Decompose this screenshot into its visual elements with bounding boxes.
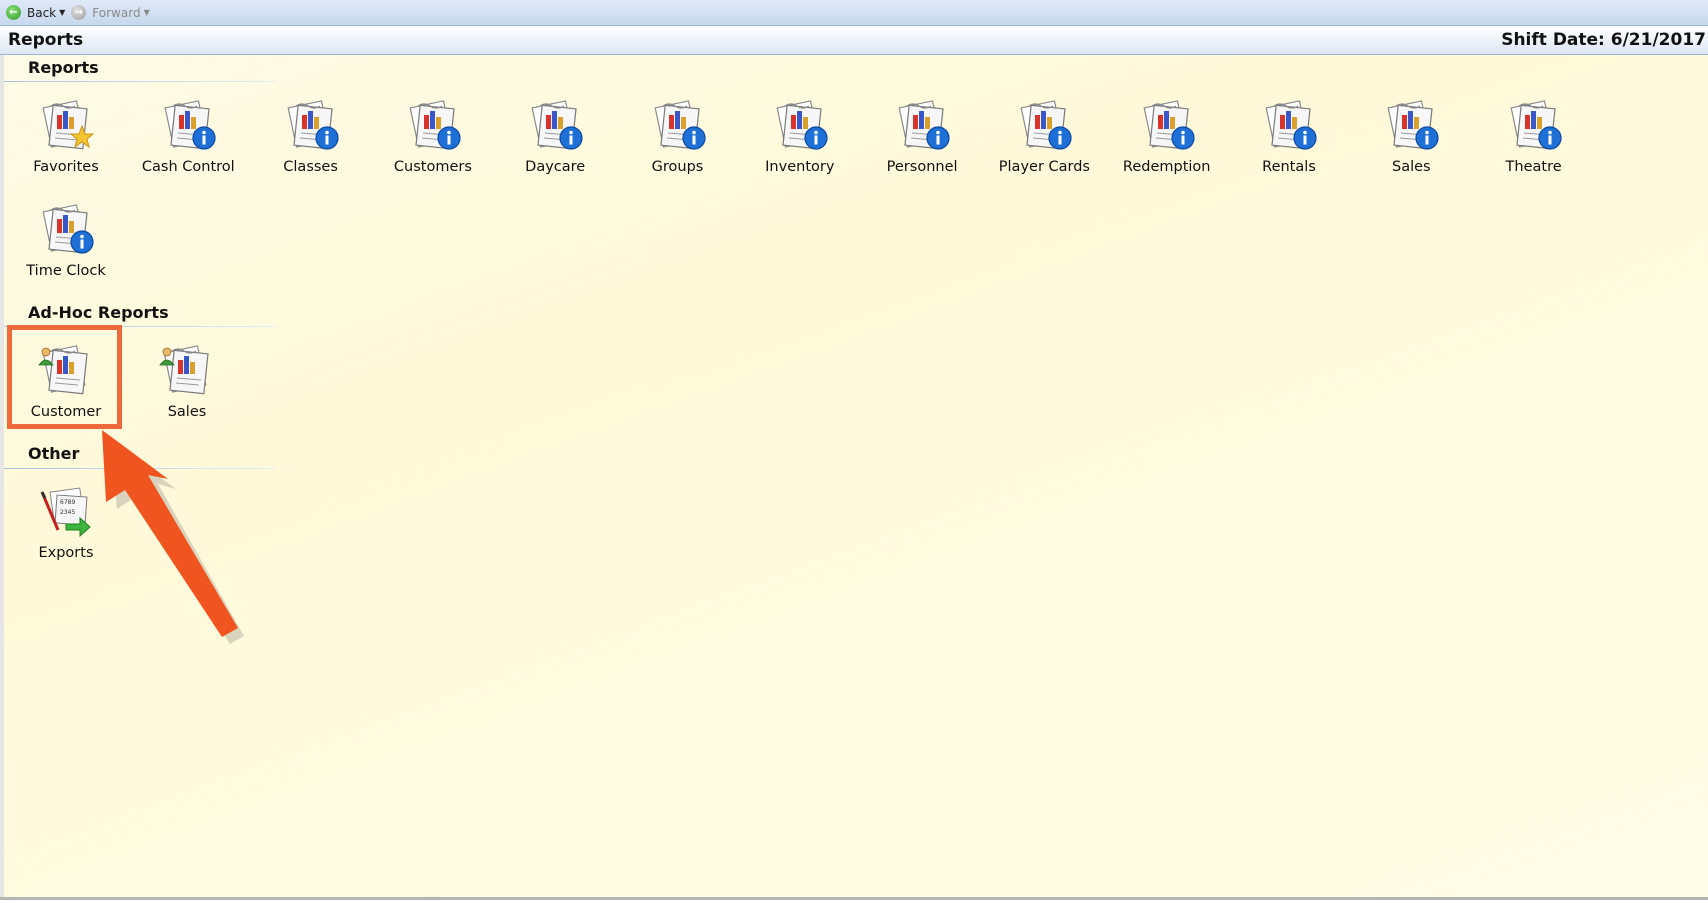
report-tile-adhoc-sales[interactable]: Sales <box>128 343 246 433</box>
report-tile-redemption[interactable]: Redemption <box>1108 98 1226 188</box>
report-tile-exports[interactable]: 6789 2345 Exports <box>7 484 125 574</box>
report-info-icon <box>283 98 339 156</box>
forward-label: Forward <box>92 5 141 20</box>
report-info-icon <box>650 98 706 156</box>
report-person-icon <box>159 343 215 401</box>
report-tile-customers[interactable]: Customers <box>374 98 492 188</box>
report-tile-sales[interactable]: Sales <box>1352 98 1470 188</box>
tile-label: Sales <box>1392 159 1431 175</box>
report-info-icon <box>1261 98 1317 156</box>
bottom-border <box>0 897 1708 900</box>
tile-label: Classes <box>283 159 338 175</box>
tile-label: Customers <box>393 159 472 175</box>
tile-label: Exports <box>38 545 94 561</box>
tile-label: Customer <box>30 404 102 420</box>
tile-label: Daycare <box>525 159 586 175</box>
report-tile-time-clock[interactable]: Time Clock <box>7 202 125 292</box>
section-header-reports: Reports <box>28 58 99 77</box>
chevron-down-icon[interactable]: ▼ <box>144 8 150 17</box>
report-info-icon <box>405 98 461 156</box>
report-tile-daycare[interactable]: Daycare <box>496 98 614 188</box>
tile-label: Groups <box>651 159 704 175</box>
section-header-other: Other <box>28 444 80 463</box>
chevron-down-icon[interactable]: ▼ <box>59 8 65 17</box>
report-tile-player-cards[interactable]: Player Cards <box>985 98 1103 188</box>
section-divider <box>4 468 276 469</box>
report-info-icon <box>1016 98 1072 156</box>
report-tile-classes[interactable]: Classes <box>252 98 370 188</box>
tile-label: Cash Control <box>141 159 235 175</box>
section-divider <box>4 81 276 82</box>
tile-label: Sales <box>167 404 207 420</box>
navigation-bar: ← Back ▼ → Forward ▼ <box>0 0 1708 26</box>
report-tile-inventory[interactable]: Inventory <box>741 98 859 188</box>
tile-label: Player Cards <box>998 159 1090 175</box>
tile-label: Favorites <box>33 159 99 175</box>
forward-button[interactable]: → Forward ▼ <box>71 5 150 20</box>
shift-date: Shift Date: 6/21/2017 <box>1501 30 1706 50</box>
report-tile-groups[interactable]: Groups <box>619 98 737 188</box>
tile-label: Time Clock <box>26 263 106 279</box>
back-arrow-icon: ← <box>6 5 21 20</box>
forward-arrow-icon: → <box>71 5 87 20</box>
report-info-icon <box>1506 98 1562 156</box>
report-info-icon <box>1383 98 1439 156</box>
report-star-icon <box>38 98 95 156</box>
report-info-icon <box>894 98 950 156</box>
report-tile-personnel[interactable]: Personnel <box>863 98 981 188</box>
svg-text:6789: 6789 <box>60 499 75 506</box>
report-info-icon <box>38 202 94 260</box>
export-arrow-icon: 6789 2345 <box>38 484 94 542</box>
back-button[interactable]: ← Back ▼ <box>6 5 65 20</box>
back-label: Back <box>27 5 57 20</box>
section-divider <box>4 326 276 327</box>
report-tile-favorites[interactable]: Favorites <box>7 98 125 188</box>
page-title: Reports <box>8 30 84 50</box>
tile-label: Redemption <box>1122 159 1211 175</box>
report-tile-theatre[interactable]: Theatre <box>1475 98 1593 188</box>
report-info-icon <box>772 98 828 156</box>
section-header-adhoc: Ad-Hoc Reports <box>28 303 169 322</box>
tile-label: Inventory <box>765 159 835 175</box>
report-info-icon <box>527 98 583 156</box>
title-bar: Reports Shift Date: 6/21/2017 <box>0 26 1708 55</box>
tile-label: Personnel <box>886 159 958 175</box>
report-info-icon <box>160 98 216 156</box>
report-tile-adhoc-customer[interactable]: Customer <box>7 343 125 433</box>
report-tile-cash-control[interactable]: Cash Control <box>129 98 247 188</box>
tile-label: Theatre <box>1505 159 1562 175</box>
svg-text:2345: 2345 <box>60 509 75 516</box>
report-tile-rentals[interactable]: Rentals <box>1230 98 1348 188</box>
report-info-icon <box>1139 98 1195 156</box>
report-person-icon <box>38 343 94 401</box>
tile-label: Rentals <box>1262 159 1316 175</box>
